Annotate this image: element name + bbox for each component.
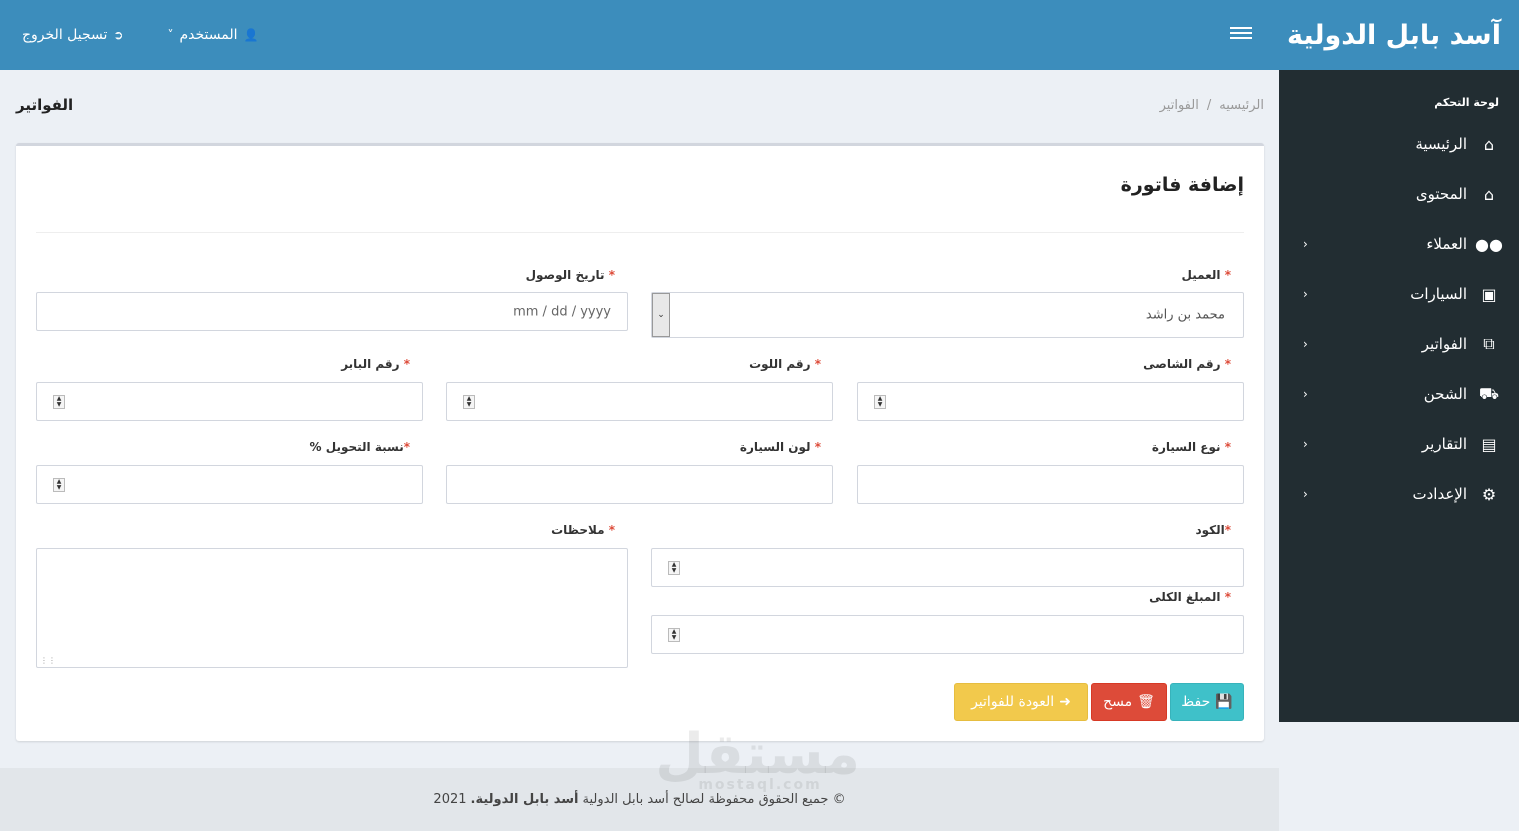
customer-select[interactable]: محمد بن راشد ⌄ <box>651 292 1244 338</box>
divider <box>36 232 1244 233</box>
truck-icon: ⛟ <box>1478 383 1500 403</box>
buyer-number-input[interactable]: ▲ ▼ <box>36 382 423 421</box>
chevron-left-icon: ‹ <box>1303 387 1308 401</box>
back-to-invoices-button[interactable]: ➜ العودة للفواتير <box>954 683 1088 721</box>
clipboard-icon: ▤ <box>1481 434 1497 454</box>
number-spinner[interactable]: ▲ ▼ <box>668 560 680 575</box>
trash-icon: 🗑 <box>1137 694 1155 710</box>
notes-label: * ملاحظات <box>551 523 615 537</box>
notes-textarea[interactable]: ⋮⋮ <box>36 548 628 668</box>
chevron-left-icon: ‹ <box>1303 337 1308 351</box>
sidebar-item-label: الشحن <box>1423 385 1467 403</box>
user-menu[interactable]: 👤 المستخدم ˅ <box>145 27 280 43</box>
sidebar-toggle-button[interactable] <box>1230 24 1252 46</box>
top-navbar: آسد بابل الدولية 👤 المستخدم ˅ ➲ تسجيل ال… <box>0 0 1519 70</box>
breadcrumb-home-link[interactable]: الرئيسيه <box>1219 98 1264 113</box>
customer-label: * العميل <box>1181 268 1232 282</box>
top-nav-menu: 👤 المستخدم ˅ ➲ تسجيل الخروج <box>0 0 280 70</box>
logout-link[interactable]: ➲ تسجيل الخروج <box>0 27 145 43</box>
lot-number-input[interactable]: ▲ ▼ <box>446 382 833 421</box>
car-color-label: * لون السيارة <box>739 440 821 454</box>
number-spinner[interactable]: ▲ ▼ <box>668 627 680 642</box>
brand-logo[interactable]: آسد بابل الدولية <box>1279 0 1519 70</box>
sidebar-item-label: المحتوى <box>1415 185 1467 203</box>
number-spinner[interactable]: ▲ ▼ <box>53 477 65 492</box>
conversion-rate-input[interactable]: ▲ ▼ <box>36 465 423 504</box>
chassis-label: * رقم الشاصى <box>1143 357 1231 371</box>
select-dropdown-button[interactable]: ⌄ <box>652 293 670 337</box>
arrow-left-icon: ➜ <box>1059 694 1071 710</box>
car-icon: ▣ <box>1481 284 1497 304</box>
user-label: المستخدم <box>179 27 238 43</box>
sidebar-item-label: السيارات <box>1410 285 1467 303</box>
buyer-label: * رقم البابر <box>341 357 410 371</box>
logout-label: تسجيل الخروج <box>22 27 108 43</box>
sidebar-item-cars[interactable]: ▣ السيارات ‹ <box>1279 269 1519 319</box>
hamburger-icon <box>1230 27 1252 29</box>
users-icon: ●● <box>1475 234 1503 254</box>
sidebar-item-reports[interactable]: ▤ التقارير ‹ <box>1279 419 1519 469</box>
car-type-input[interactable] <box>857 465 1244 504</box>
sidebar-item-label: العملاء <box>1426 235 1467 253</box>
home-icon: ⌂ <box>1483 134 1495 154</box>
footer-copyright: © جميع الحقوق محفوظة لصالح أسد بابل الدو… <box>582 792 846 807</box>
sidebar-item-content[interactable]: ⌂ المحتوى <box>1279 169 1519 219</box>
sidebar-item-customers[interactable]: ●● العملاء ‹ <box>1279 219 1519 269</box>
chevron-down-icon: ⌄ <box>657 310 665 320</box>
sidebar-item-label: الإعدادت <box>1412 485 1467 503</box>
sidebar-item-settings[interactable]: ⚙ الإعدادت ‹ <box>1279 469 1519 519</box>
home-icon: ⌂ <box>1483 184 1495 204</box>
gear-icon: ⚙ <box>1481 484 1497 504</box>
sidebar-item-label: التقارير <box>1421 435 1467 453</box>
sidebar-item-home[interactable]: ⌂ الرئيسية <box>1279 119 1519 169</box>
chevron-left-icon: ‹ <box>1303 237 1308 251</box>
breadcrumb-separator: / <box>1206 98 1212 113</box>
save-button[interactable]: 💾 حفظ <box>1170 683 1244 721</box>
arrival-date-label: * تاريخ الوصول <box>525 268 615 282</box>
footer-company: أسد بابل الدولية. <box>470 792 579 807</box>
number-spinner[interactable]: ▲ ▼ <box>53 394 65 409</box>
chevron-left-icon: ‹ <box>1303 487 1308 501</box>
page-title: الفواتير <box>16 96 74 114</box>
form-title: إضافة فاتورة <box>1120 174 1244 196</box>
car-color-input[interactable] <box>446 465 833 504</box>
sidebar: لوحة التحكم ⌂ الرئيسية ⌂ المحتوى ●● العملاء… <box>1279 70 1519 722</box>
number-spinner[interactable]: ▲ ▼ <box>874 394 886 409</box>
chassis-number-input[interactable]: ▲ ▼ <box>857 382 1244 421</box>
content-header: الفواتير الرئيسيه / الفواتير <box>16 92 1264 120</box>
total-amount-label: * المبلغ الكلى <box>1149 590 1231 604</box>
chevron-left-icon: ‹ <box>1303 437 1308 451</box>
footer-year: 2021 <box>433 792 467 807</box>
chevron-down-icon: ˅ <box>167 28 174 42</box>
save-icon: 💾 <box>1215 694 1233 710</box>
sidebar-item-label: الرئيسية <box>1415 135 1467 153</box>
sidebar-item-invoices[interactable]: ⧉ الفواتير ‹ <box>1279 319 1519 369</box>
sidebar-header: لوحة التحكم <box>1434 96 1499 109</box>
user-icon: 👤 <box>243 28 259 42</box>
sidebar-item-label: الفواتير <box>1421 335 1467 353</box>
number-spinner[interactable]: ▲ ▼ <box>463 394 475 409</box>
lot-label: * رقم اللوت <box>749 357 821 371</box>
copy-icon: ⧉ <box>1483 334 1495 353</box>
code-input[interactable]: ▲ ▼ <box>651 548 1244 587</box>
resize-handle-icon[interactable]: ⋮⋮ <box>40 656 56 665</box>
code-label: *الكود <box>1195 523 1231 537</box>
breadcrumb-current: الفواتير <box>1159 98 1199 113</box>
arrival-date-input[interactable]: mm / dd / yyyy <box>36 292 628 331</box>
footer: © جميع الحقوق محفوظة لصالح أسد بابل الدو… <box>0 768 1279 831</box>
breadcrumb: الرئيسيه / الفواتير <box>1160 98 1264 113</box>
sidebar-item-shipping[interactable]: ⛟ الشحن ‹ <box>1279 369 1519 419</box>
chevron-left-icon: ‹ <box>1303 287 1308 301</box>
delete-button[interactable]: 🗑 مسح <box>1091 683 1167 721</box>
sign-out-icon: ➲ <box>113 28 124 42</box>
car-type-label: * نوع السيارة <box>1151 440 1231 454</box>
conversion-rate-label: *نسبة التحويل % <box>309 440 410 454</box>
total-amount-input[interactable]: ▲ ▼ <box>651 615 1244 654</box>
